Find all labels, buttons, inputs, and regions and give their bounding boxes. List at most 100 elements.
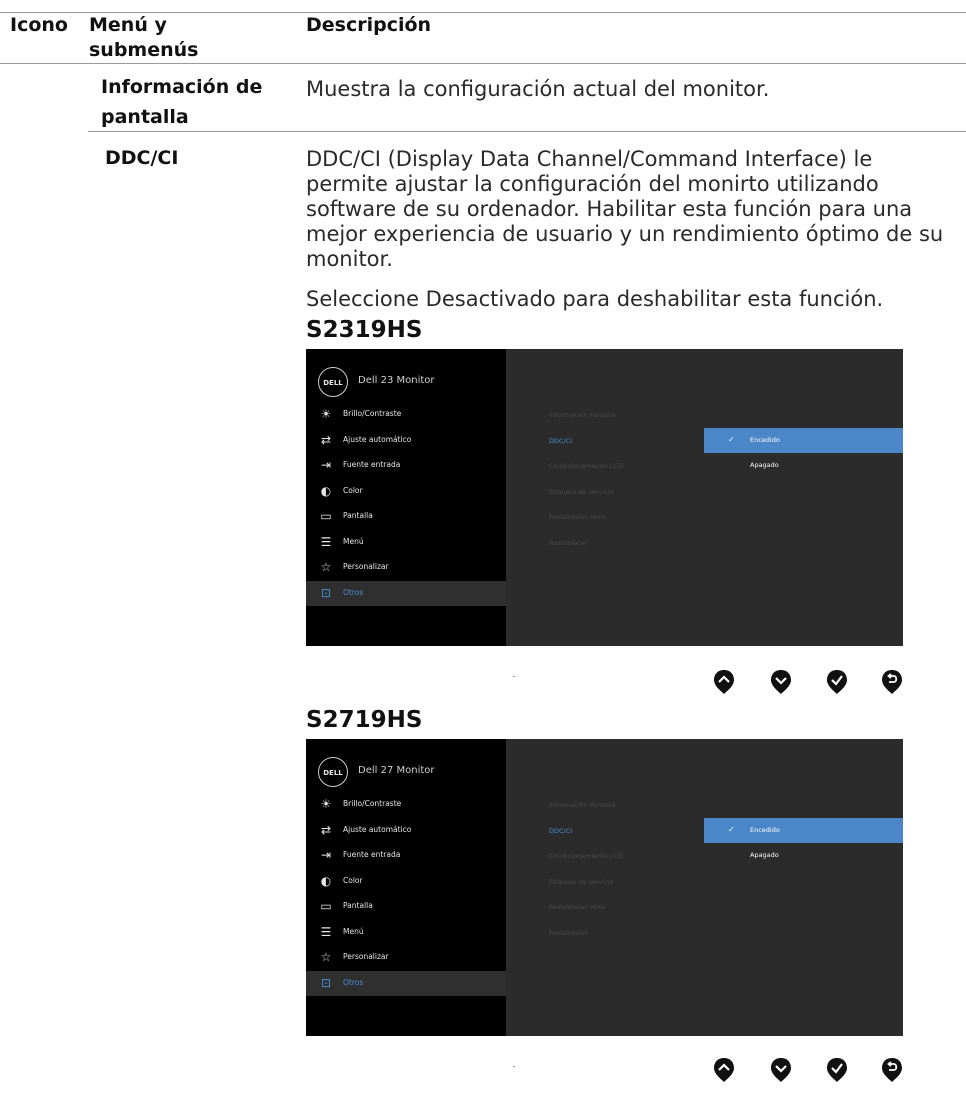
osd-menu-item: ▭ Pantalla: [306, 504, 506, 529]
osd-menu-item: ◐ Color: [306, 869, 506, 894]
osd-menu-item: ☰ Menú: [306, 920, 506, 945]
back-button-icon: [880, 1056, 904, 1082]
brightness-icon: ☀: [320, 407, 332, 421]
osd-menu-label: Pantalla: [343, 901, 373, 910]
osd-submenu-item: Condicionamiento LCD: [549, 852, 624, 860]
osd-panel: DELL Dell 23 Monitor ☀ Brillo/Contraste ⇄ Aju…: [306, 349, 903, 646]
dell-logo-icon: DELL: [318, 367, 348, 397]
osd-menu-label: Brillo/Contraste: [343, 409, 402, 418]
osd-option-label: Encedido: [750, 826, 780, 834]
osd-menu-item: ⊡ Otros: [306, 970, 506, 996]
osd-menu-label: Pantalla: [343, 511, 373, 520]
osd-menu-label: Fuente entrada: [343, 850, 401, 859]
display-icon: ▭: [320, 509, 332, 523]
osd-menu-item: ☆ Personalizar: [306, 555, 506, 580]
back-button-icon: [880, 668, 904, 694]
osd-option: Apagado: [704, 453, 903, 478]
osd-menu-label: Color: [343, 485, 363, 495]
menu-icon: ☰: [320, 924, 332, 939]
dell-logo-icon: DELL: [318, 757, 348, 787]
header-icon: Icono: [10, 14, 68, 36]
up-button-icon: [712, 1056, 736, 1082]
osd-option-label: Encedido: [750, 436, 780, 444]
display-icon: ▭: [320, 899, 332, 913]
osd-submenu-item: Etiqueta de servicio: [549, 877, 614, 886]
down-button-icon: [769, 668, 793, 694]
osd-submenu-item: Restablecer otros: [549, 513, 606, 521]
dot-mark: [513, 1066, 515, 1067]
osd-menu-label: Personalizar: [343, 562, 389, 571]
menu-icon: ☰: [320, 534, 332, 549]
check-button-icon: [825, 668, 849, 694]
checkmark-icon: ✓: [728, 825, 735, 834]
osd-menu-label: Menú: [343, 926, 364, 936]
osd-menu-item: ☀ Brillo/Contraste: [306, 402, 506, 427]
osd-menu-label: Ajuste automático: [343, 824, 412, 834]
checkmark-icon: ✓: [728, 435, 735, 444]
osd-menu-item: ▭ Pantalla: [306, 894, 506, 919]
osd-submenu-item: Condicionamiento LCD: [549, 462, 624, 470]
osd-submenu-item: Restablecer: [549, 928, 588, 937]
osd-submenu-item: Restablecer otros: [549, 903, 606, 911]
osd-menu-label: Personalizar: [343, 952, 389, 961]
osd-menu-item: ⇄ Ajuste automático: [306, 428, 506, 453]
menu-item-ddcci: DDC/CI: [105, 147, 179, 169]
osd-menu-label: Ajuste automático: [343, 434, 412, 444]
down-button-icon: [769, 1056, 793, 1082]
header-menu: Menú y submenús: [89, 14, 199, 61]
osd-menu-item: ⇥ Fuente entrada: [306, 453, 506, 478]
input-source-icon: ⇥: [320, 458, 332, 472]
osd-submenu-item: Información Pantalla: [549, 801, 616, 809]
monitor-title: Dell 23 Monitor: [358, 375, 435, 386]
osd-menu-item: ◐ Color: [306, 479, 506, 504]
others-icon: ⊡: [320, 975, 332, 990]
osd-submenu-item: DDC/CI: [549, 436, 573, 445]
up-button-icon: [712, 668, 736, 694]
auto-adjust-icon: ⇄: [320, 822, 332, 837]
osd-submenu-item: DDC/CI: [549, 826, 573, 835]
brightness-icon: ☀: [320, 797, 332, 811]
osd-menu-item: ☰ Menú: [306, 530, 506, 555]
osd-menu-item: ⇥ Fuente entrada: [306, 843, 506, 868]
osd-option: ✓ Encedido: [704, 428, 903, 453]
model-label: S2719HS: [306, 707, 423, 733]
osd-option: ✓ Encedido: [704, 818, 903, 843]
osd-menu-item: ☀ Brillo/Contraste: [306, 792, 506, 817]
check-button-icon: [825, 1056, 849, 1082]
osd-option: Apagado: [704, 843, 903, 868]
header-rule: [0, 63, 966, 64]
menu-item-display-info: Información de pantalla: [101, 76, 263, 128]
osd-submenu-item: Restablecer: [549, 538, 588, 547]
osd-menu-item: ⊡ Otros: [306, 580, 506, 606]
osd-sidebar: DELL Dell 27 Monitor ☀ Brillo/Contraste ⇄ Aju…: [306, 739, 506, 1036]
description-ddcci: DDC/CI (Display Data Channel/Command Int…: [306, 147, 944, 271]
star-icon: ☆: [320, 950, 332, 964]
star-icon: ☆: [320, 560, 332, 574]
osd-option-label: Apagado: [750, 461, 779, 469]
input-source-icon: ⇥: [320, 848, 332, 862]
osd-menu-label: Otros: [343, 977, 364, 987]
osd-menu-label: Brillo/Contraste: [343, 799, 402, 808]
osd-option-label: Apagado: [750, 851, 779, 859]
model-label: S2319HS: [306, 317, 423, 343]
dot-mark: [513, 676, 515, 677]
osd-menu-label: Menú: [343, 536, 364, 546]
monitor-title: Dell 27 Monitor: [358, 765, 435, 776]
osd-menu-item: ☆ Personalizar: [306, 945, 506, 970]
osd-sidebar: DELL Dell 23 Monitor ☀ Brillo/Contraste ⇄ Aju…: [306, 349, 506, 646]
color-icon: ◐: [320, 483, 332, 498]
osd-menu-label: Color: [343, 875, 363, 885]
others-icon: ⊡: [320, 585, 332, 600]
osd-submenu-item: Información Pantalla: [549, 411, 616, 419]
header-description: Descripción: [306, 14, 432, 36]
osd-menu-label: Fuente entrada: [343, 460, 401, 469]
osd-menu-label: Otros: [343, 587, 364, 597]
osd-menu-item: ⇄ Ajuste automático: [306, 818, 506, 843]
description-ddcci-disable: Seleccione Desactivado para deshabilitar…: [306, 287, 884, 311]
description-display-info: Muestra la configuración actual del moni…: [306, 77, 770, 101]
auto-adjust-icon: ⇄: [320, 432, 332, 447]
osd-submenu-item: Etiqueta de servicio: [549, 487, 614, 496]
row-rule: [88, 131, 966, 132]
color-icon: ◐: [320, 873, 332, 888]
osd-panel: DELL Dell 27 Monitor ☀ Brillo/Contraste ⇄ Aju…: [306, 739, 903, 1036]
